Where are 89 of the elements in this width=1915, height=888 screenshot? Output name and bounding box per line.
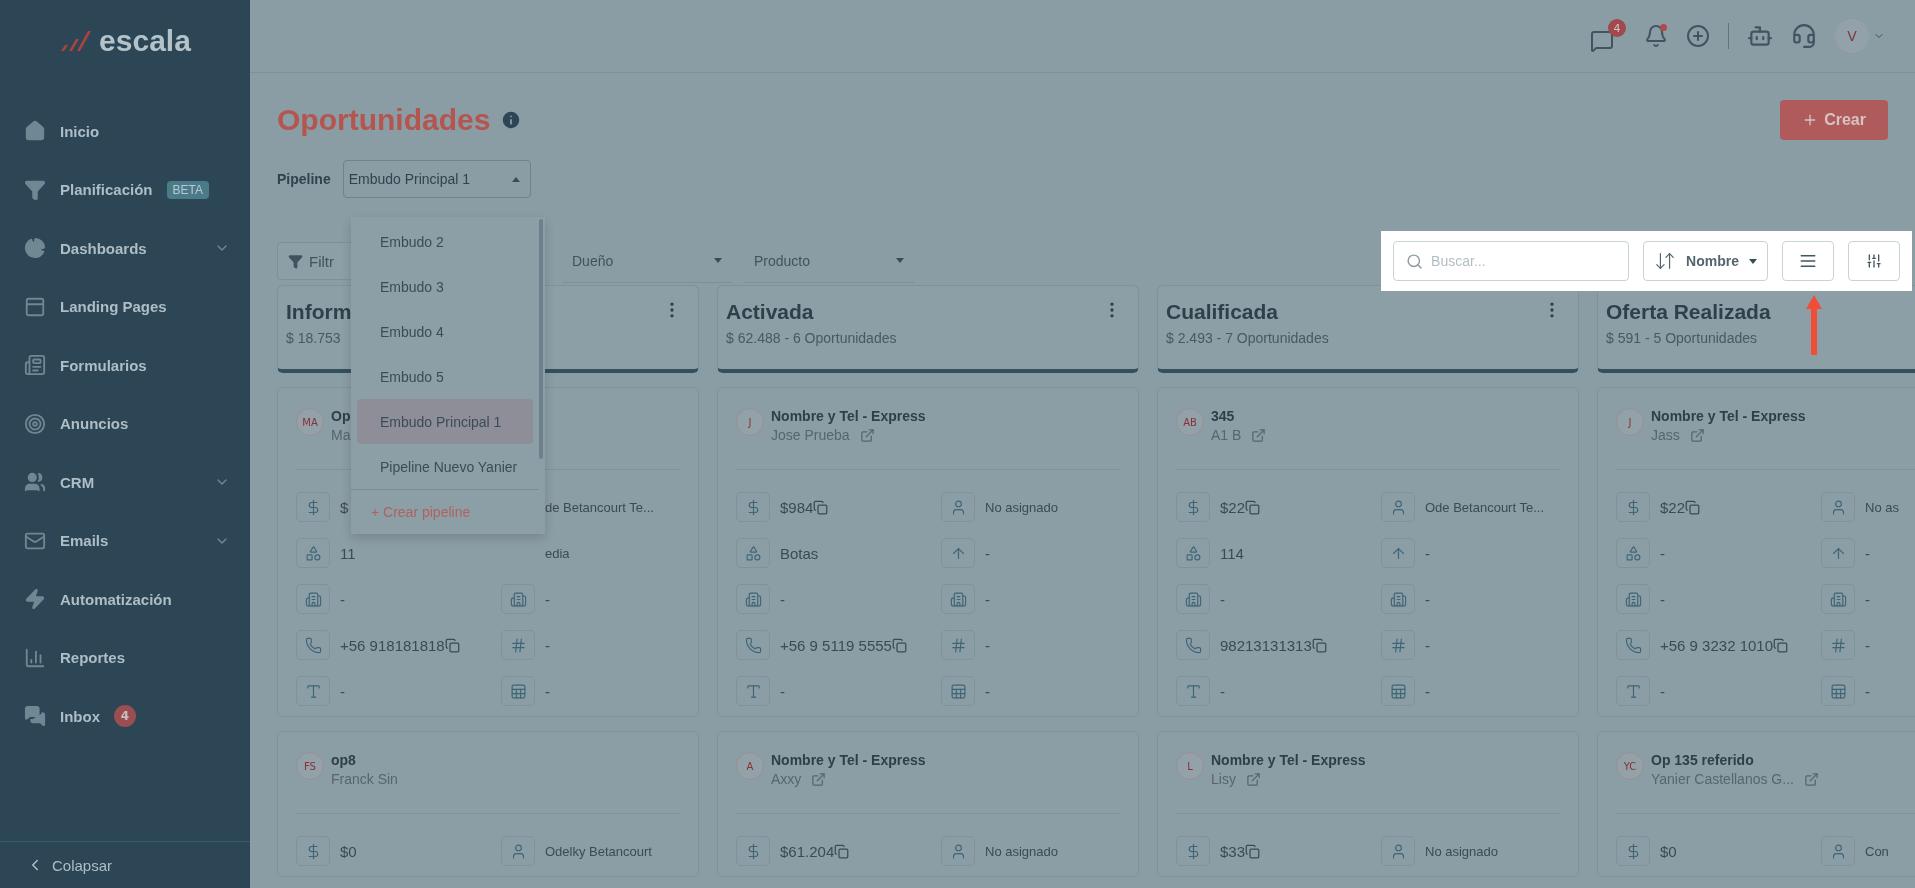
- field-value: +56 918181818: [340, 636, 445, 654]
- field-value: No asignado: [1425, 843, 1498, 859]
- initials-avatar: MA: [296, 408, 324, 436]
- stage-summary: $ 18.753: [286, 330, 342, 346]
- field-value: -: [985, 636, 990, 654]
- stage-title: Oferta Realizada: [1606, 300, 1771, 324]
- chat-count-badge: 4: [1608, 19, 1626, 37]
- beta-badge: BETA: [166, 180, 209, 199]
- stage-title: Inform: [286, 300, 352, 324]
- opportunity-title: Op: [331, 408, 351, 424]
- opportunity-title: Nombre y Tel - Express: [1211, 752, 1366, 768]
- stage-summary: $ 2.493 - 7 Oportunidades: [1166, 330, 1329, 346]
- field-value: -: [1865, 636, 1870, 654]
- sidebar-label: Automatización: [60, 590, 172, 608]
- field-value: -: [1660, 544, 1665, 562]
- stage-title: Activada: [726, 300, 815, 324]
- initials-avatar: A: [736, 752, 764, 780]
- brand-name: escala: [99, 24, 191, 58]
- field-value: No as: [1865, 499, 1899, 515]
- sidebar-label: Formularios: [60, 356, 147, 374]
- field-value: -: [780, 682, 785, 700]
- field-value: edia: [545, 545, 570, 561]
- field-value: $984: [780, 498, 814, 516]
- initials-avatar: FS: [296, 752, 324, 780]
- field-value: -: [340, 590, 345, 608]
- field-value: -: [780, 590, 785, 608]
- opportunity-title: Op 135 referido: [1651, 752, 1755, 768]
- sidebar-label: Landing Pages: [60, 298, 167, 316]
- field-value: -: [1220, 590, 1225, 608]
- field-value: -: [1425, 636, 1430, 654]
- initials-avatar: L: [1176, 752, 1204, 780]
- stage-summary: $ 62.488 - 6 Oportunidades: [726, 330, 897, 346]
- initials-avatar: YC: [1616, 752, 1644, 780]
- field-value: -: [1865, 544, 1870, 562]
- field-value: -: [1660, 590, 1665, 608]
- field-value: $61.204: [780, 842, 835, 860]
- field-value: -: [340, 682, 345, 700]
- sidebar-label: Dashboards: [60, 239, 147, 257]
- sidebar-label: Inbox: [60, 707, 100, 725]
- field-value: $33: [1220, 842, 1246, 860]
- opportunity-title: Nombre y Tel - Express: [771, 752, 926, 768]
- field-value: Odelky Betancourt: [545, 843, 652, 859]
- sidebar-label: Inicio: [60, 122, 100, 140]
- field-value: -: [1425, 682, 1430, 700]
- field-value: No asignado: [985, 499, 1058, 515]
- field-value: $0: [340, 842, 357, 860]
- field-value: $: [340, 498, 349, 516]
- field-value: Ode Betancourt Te...: [1425, 499, 1544, 515]
- field-value: -: [1865, 682, 1870, 700]
- field-value: +56 9 5119 5555: [780, 636, 892, 654]
- field-value: No asignado: [985, 843, 1058, 859]
- opportunity-title: Nombre y Tel - Express: [771, 408, 926, 424]
- initials-avatar: AB: [1176, 408, 1204, 436]
- opportunity-title: Nombre y Tel - Express: [1651, 408, 1806, 424]
- sidebar-label: Emails: [60, 532, 109, 550]
- field-value: +56 9 3232 1010: [1660, 636, 1774, 654]
- field-value: de Betancourt Te...: [545, 499, 654, 515]
- sidebar-label: Anuncios: [60, 415, 129, 433]
- initials-avatar: J: [1616, 408, 1644, 436]
- page-title: Oportunidades: [277, 103, 491, 137]
- field-value: -: [985, 544, 990, 562]
- field-value: $22: [1660, 498, 1686, 516]
- stage-summary: $ 591 - 5 Oportunidades: [1606, 330, 1758, 346]
- field-value: -: [1865, 590, 1870, 608]
- field-value: -: [1425, 590, 1430, 608]
- sidebar-label: Reportes: [60, 649, 126, 667]
- field-value: -: [1220, 682, 1225, 700]
- opportunity-title: op8: [331, 752, 357, 768]
- field-value: Botas: [780, 544, 819, 562]
- field-value: -: [545, 636, 550, 654]
- pipeline-label: Pipeline: [277, 171, 331, 187]
- field-value: 98213131313: [1220, 636, 1312, 654]
- field-value: Con: [1865, 843, 1889, 859]
- field-value: 11: [340, 544, 356, 562]
- field-value: -: [545, 590, 550, 608]
- field-value: $0: [1660, 842, 1677, 860]
- field-value: -: [1425, 544, 1430, 562]
- stage-title: Cualificada: [1166, 300, 1280, 324]
- initials-avatar: J: [736, 408, 764, 436]
- field-value: -: [545, 682, 550, 700]
- opportunity-title: 345: [1211, 408, 1236, 424]
- inbox-count-badge: 4: [114, 705, 136, 728]
- field-value: 114: [1220, 544, 1244, 562]
- sidebar-label: Planificación: [60, 181, 153, 199]
- field-value: -: [1660, 682, 1665, 700]
- field-value: -: [985, 590, 990, 608]
- field-value: -: [985, 682, 990, 700]
- field-value: $22: [1220, 498, 1246, 516]
- sidebar-label: CRM: [60, 473, 95, 491]
